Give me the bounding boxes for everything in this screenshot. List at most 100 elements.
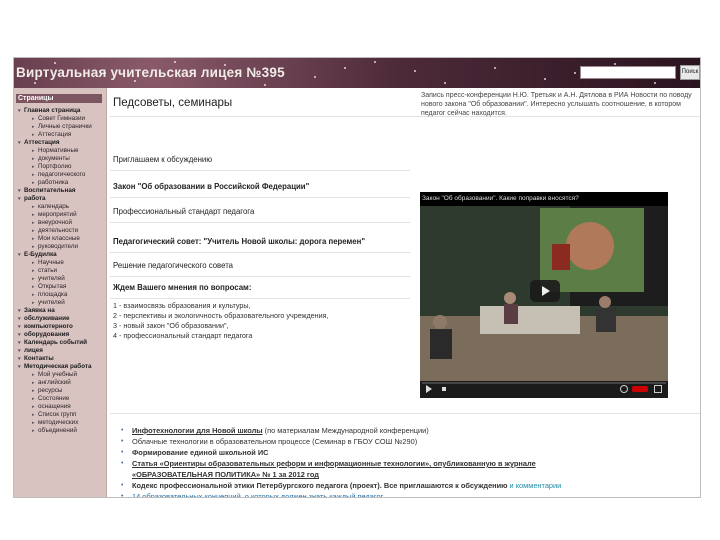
bullet-icon: • xyxy=(121,449,124,456)
sidebar-item-label: английский xyxy=(38,379,71,386)
sidebar-item-label: оборудования xyxy=(24,331,70,338)
sidebar-item-label: Заявка на xyxy=(24,307,55,314)
video-progress-bar[interactable] xyxy=(422,382,666,384)
question-item: 4 - профессиональный стандарт педагога xyxy=(113,331,253,340)
video-description: Запись пресс-конференции Н.Ю. Третьяк и … xyxy=(421,92,692,117)
star-decoration xyxy=(174,61,176,63)
bullet-icon: • xyxy=(121,438,124,445)
sidebar-item-label: работа xyxy=(24,195,46,202)
sidebar-item-label: Научные xyxy=(38,259,64,266)
sidebar-item-label: Список групп xyxy=(38,411,77,418)
fullscreen-icon[interactable] xyxy=(654,384,662,394)
sidebar-item-label: учителей xyxy=(38,275,65,282)
question-item: 3 - новый закон "Об образовании", xyxy=(113,321,229,330)
sidebar-item-label: Мои классные xyxy=(38,235,80,242)
sidebar-header: Страницы xyxy=(16,94,102,103)
star-decoration xyxy=(654,82,656,84)
list-item-text[interactable]: и комментарии xyxy=(508,481,562,490)
main-content: Педсоветы, семинары Приглашаем к обсужде… xyxy=(110,88,700,497)
divider xyxy=(110,252,410,253)
star-decoration xyxy=(444,82,446,84)
star-decoration xyxy=(314,76,316,78)
divider xyxy=(110,298,410,299)
search-input[interactable] xyxy=(580,66,676,79)
list-item[interactable]: • Инфотехнологии для Новой школы (по мате… xyxy=(121,426,429,435)
youtube-logo-icon[interactable] xyxy=(632,384,650,394)
sidebar-item-label: ресурсы xyxy=(38,387,63,394)
sidebar-item-label: площадка xyxy=(38,291,68,298)
star-decoration xyxy=(494,67,496,69)
divider xyxy=(110,276,410,277)
sidebar-item-label: мероприятий xyxy=(38,211,77,218)
play-icon[interactable] xyxy=(426,384,432,394)
sidebar-item-label: документы xyxy=(38,155,70,162)
sidebar-item-label: обслуживание xyxy=(24,315,70,322)
bullet-icon: • xyxy=(121,482,124,489)
sidebar-item-label: руководители xyxy=(38,243,79,250)
content-link[interactable]: Ждем Вашего мнения по вопросам: xyxy=(113,283,251,292)
list-item[interactable]: • Кодекс профессиональной этики Петербург… xyxy=(121,481,562,490)
content-link[interactable]: Приглашаем к обсуждению xyxy=(113,155,212,164)
sidebar-item-label: Календарь событий xyxy=(24,339,88,346)
star-decoration xyxy=(224,64,226,66)
sidebar-item-label: статьи xyxy=(38,267,58,274)
question-item: 2 - перспективы и экологичность образова… xyxy=(113,311,329,320)
question-item: 1 - взаимосвязь образования и культуры, xyxy=(113,301,251,310)
star-decoration xyxy=(574,72,576,74)
content-link[interactable]: Решение педагогического совета xyxy=(113,261,233,270)
sidebar-item-label: Портфолио xyxy=(38,163,72,170)
sidebar-item-label: Нормативные xyxy=(38,147,79,154)
sidebar-item-label: календарь xyxy=(38,203,70,210)
search-button[interactable]: Поиск xyxy=(680,65,700,80)
sidebar-item-label: объединений xyxy=(38,427,77,434)
page-title: Педсоветы, семинары xyxy=(113,97,233,109)
sidebar-item-label: Совет Гимназии xyxy=(38,115,85,122)
embedded-video[interactable]: Закон "Об образовании". Какие поправки в… xyxy=(420,192,668,398)
star-decoration xyxy=(544,78,546,80)
list-item-text[interactable]: Кодекс профессиональной этики Петербургс… xyxy=(132,481,508,490)
list-item[interactable]: «ОБРАЗОВАТЕЛЬНАЯ ПОЛИТИКА» № 1 за 2012 г… xyxy=(132,470,319,479)
divider xyxy=(110,197,410,198)
sidebar-item-label: Открытая xyxy=(38,283,67,290)
content-link[interactable]: Педагогический совет: "Учитель Новой шко… xyxy=(113,237,365,246)
list-item[interactable]: • Формирование единой школьной ИС xyxy=(121,448,268,457)
content-link[interactable]: Профессиональный стандарт педагога xyxy=(113,207,254,216)
sidebar-item-label: Методическая работа xyxy=(24,363,92,370)
sidebar-item-label: учителей xyxy=(38,299,65,306)
content-link[interactable]: Закон "Об образовании в Российской Федер… xyxy=(113,182,309,191)
video-controls xyxy=(420,381,668,398)
video-title[interactable]: Закон "Об образовании". Какие поправки в… xyxy=(422,195,579,202)
star-decoration xyxy=(614,63,616,65)
sidebar-item-label: Контакты xyxy=(24,355,54,362)
sidebar-item-label: оснащения xyxy=(38,403,71,410)
sidebar-item-label: Аттестация xyxy=(24,139,60,146)
list-item[interactable]: • Статья «Ориентиры образовательных рефор… xyxy=(121,459,536,468)
list-item-text[interactable]: Формирование единой школьной ИС xyxy=(132,448,268,457)
sidebar-item-label: Личные странички xyxy=(38,123,92,130)
sidebar-item-label: Главная страница xyxy=(24,107,81,114)
list-item[interactable]: • Облачные технологии в образовательном п… xyxy=(121,437,417,446)
volume-icon[interactable] xyxy=(442,384,452,394)
play-button[interactable] xyxy=(530,280,560,302)
site-title: Виртуальная учительская лицея №395 xyxy=(16,65,285,80)
settings-icon[interactable] xyxy=(620,384,628,394)
sidebar-item-label: компьютерного xyxy=(24,323,73,330)
bullet-icon: • xyxy=(121,493,124,498)
sidebar-item-label: работника xyxy=(38,179,69,186)
list-item-text: (по материалам Международной конференции… xyxy=(262,426,429,435)
list-item-text[interactable]: Статья «Ориентиры образовательных реформ… xyxy=(132,459,536,468)
bullet-icon: • xyxy=(121,460,124,467)
star-decoration xyxy=(134,80,136,82)
sidebar-item-label: деятельности xyxy=(38,227,79,234)
list-item-text[interactable]: «ОБРАЗОВАТЕЛЬНАЯ ПОЛИТИКА» № 1 за 2012 г… xyxy=(132,470,319,479)
divider xyxy=(110,222,410,223)
list-item[interactable]: • 14 образовательных концепций, о которых… xyxy=(121,492,383,497)
star-decoration xyxy=(264,84,266,86)
sidebar-item[interactable]: ▸ объединений xyxy=(32,427,77,436)
star-decoration xyxy=(34,82,36,84)
sidebar-item-label: лицея xyxy=(24,347,43,354)
site-banner: Виртуальная учительская лицея №395 Поиск xyxy=(14,58,700,88)
list-item-text[interactable]: Инфотехнологии для Новой школы xyxy=(132,426,263,435)
sidebar-item-label: Е-Будилка xyxy=(24,251,57,258)
list-item-text[interactable]: 14 образовательных концепций, о которых … xyxy=(132,492,383,497)
